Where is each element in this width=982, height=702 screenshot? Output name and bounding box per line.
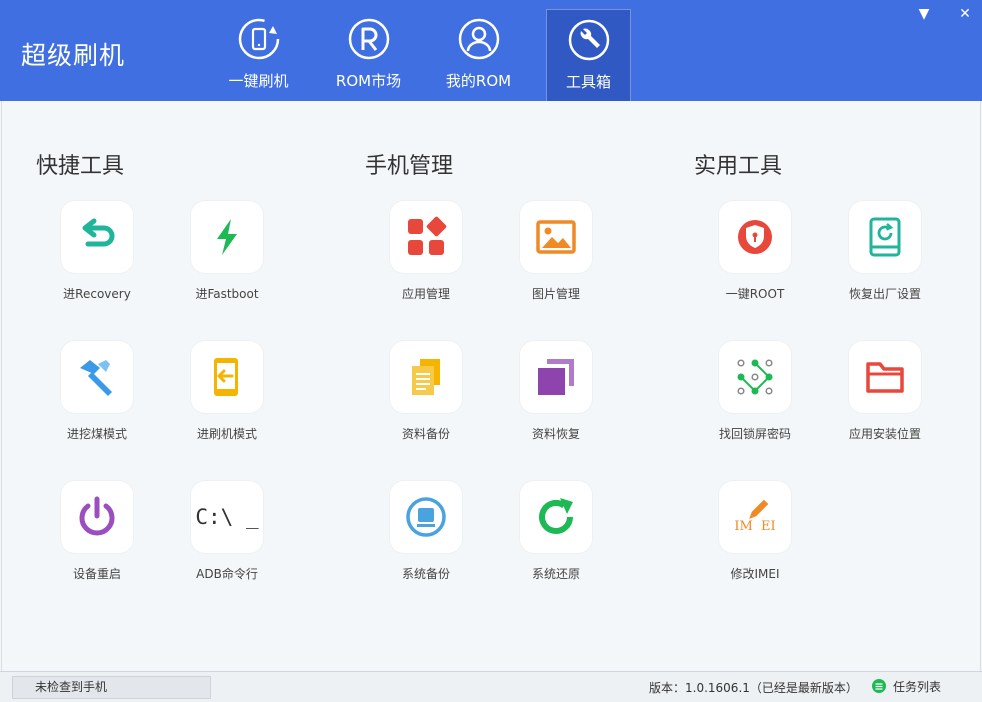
apps-grid-icon xyxy=(408,216,447,255)
tab-toolbox[interactable]: 工具箱 xyxy=(546,9,631,101)
restore-device-icon xyxy=(869,217,901,257)
power-icon xyxy=(79,496,115,536)
terminal-icon: C:\ _ xyxy=(195,505,259,529)
tool-label: 资料恢复 xyxy=(531,427,580,441)
tool-adb-shell[interactable]: C:\ _ ADB命令行 xyxy=(167,481,287,582)
tool-label: 系统备份 xyxy=(401,567,450,581)
tool-tile xyxy=(849,341,921,413)
pencil-icon xyxy=(749,499,769,519)
tool-tile xyxy=(61,341,133,413)
tool-tile: IM EI xyxy=(719,481,791,553)
task-list-label: 任务列表 xyxy=(893,680,942,694)
picture-icon xyxy=(536,220,576,254)
tool-label: 图片管理 xyxy=(531,287,580,301)
tool-label: 进Fastboot xyxy=(195,287,259,301)
documents-icon xyxy=(412,359,440,395)
shield-lock-icon xyxy=(738,220,772,254)
tool-label: ADB命令行 xyxy=(196,567,258,581)
status-bar: 未检查到手机 版本：1.0.1606.1（已经是最新版本） 任务列表 xyxy=(0,671,982,702)
tool-tile xyxy=(719,341,791,413)
device-status: 未检查到手机 xyxy=(12,676,211,699)
tool-tile xyxy=(61,201,133,273)
tool-tile xyxy=(61,481,133,553)
hammer-icon xyxy=(80,360,112,396)
tool-tile xyxy=(390,201,462,273)
tool-tile xyxy=(520,481,592,553)
phone-refresh-icon xyxy=(238,18,279,60)
menu-dropdown-button[interactable]: ▼ xyxy=(915,5,933,23)
layers-icon xyxy=(538,359,574,395)
tool-label: 应用安装位置 xyxy=(848,427,921,441)
tool-photo-manager[interactable]: 图片管理 xyxy=(496,201,616,302)
tool-data-restore[interactable]: 资料恢复 xyxy=(496,341,616,442)
tool-fastboot[interactable]: 进Fastboot xyxy=(167,201,287,302)
pattern-lock-icon xyxy=(737,359,773,395)
folder-icon xyxy=(866,362,904,393)
tool-reboot[interactable]: 设备重启 xyxy=(37,481,157,582)
tool-tile: C:\ _ xyxy=(191,481,263,553)
tool-factory-reset[interactable]: 恢复出厂设置 xyxy=(825,201,945,302)
title-bar: 超级刷机 一键刷机 ROM市场 我的ROM 工具箱 ▼ ✕ xyxy=(0,0,982,101)
rom-r-icon xyxy=(348,18,389,60)
tool-recover-lock-password[interactable]: 找回锁屏密码 xyxy=(695,341,815,442)
tool-app-install-location[interactable]: 应用安装位置 xyxy=(825,341,945,442)
tool-label: 修改IMEI xyxy=(730,567,780,581)
tool-tile xyxy=(849,201,921,273)
tool-label: 恢复出厂设置 xyxy=(848,287,921,301)
tool-tile xyxy=(719,201,791,273)
lightning-icon xyxy=(217,219,237,255)
section-title-utilities: 实用工具 xyxy=(694,154,783,179)
tool-tile xyxy=(390,481,462,553)
refresh-icon xyxy=(539,498,573,534)
tool-label: 进刷机模式 xyxy=(196,427,257,441)
tool-system-backup[interactable]: 系统备份 xyxy=(366,481,486,582)
section-title-phone-management: 手机管理 xyxy=(365,154,454,179)
tab-label: ROM市场 xyxy=(335,72,402,90)
tool-modify-imei[interactable]: IM EI 修改IMEI xyxy=(695,481,815,582)
wrench-icon xyxy=(568,19,609,61)
tool-flash-mode[interactable]: 进刷机模式 xyxy=(167,341,287,442)
tool-mining-mode[interactable]: 进挖煤模式 xyxy=(37,341,157,442)
close-button[interactable]: ✕ xyxy=(956,5,974,23)
user-icon xyxy=(458,18,499,60)
tool-system-restore[interactable]: 系统还原 xyxy=(496,481,616,582)
tool-one-click-root[interactable]: 一键ROOT xyxy=(695,201,815,302)
tab-label: 我的ROM xyxy=(445,72,512,90)
tool-tile xyxy=(520,341,592,413)
tool-tile xyxy=(191,201,263,273)
tool-tile xyxy=(520,201,592,273)
tool-label: 资料备份 xyxy=(401,427,450,441)
tab-label: 一键刷机 xyxy=(228,72,289,90)
tool-label: 进挖煤模式 xyxy=(66,427,127,441)
tool-tile xyxy=(191,341,263,413)
list-icon xyxy=(872,679,886,693)
tab-rom-market[interactable]: ROM市场 xyxy=(326,9,411,101)
tool-tile xyxy=(390,341,462,413)
tool-label: 进Recovery xyxy=(63,287,131,301)
tool-app-manager[interactable]: 应用管理 xyxy=(366,201,486,302)
section-title-quick-tools: 快捷工具 xyxy=(36,154,125,179)
tab-one-click-flash[interactable]: 一键刷机 xyxy=(216,9,301,101)
tool-label: 找回锁屏密码 xyxy=(718,427,791,441)
app-title: 超级刷机 xyxy=(21,41,126,70)
tool-data-backup[interactable]: 资料备份 xyxy=(366,341,486,442)
tool-label: 一键ROOT xyxy=(725,287,785,301)
tool-label: 设备重启 xyxy=(72,567,121,581)
version-text: 版本：1.0.1606.1（已经是最新版本） xyxy=(649,681,858,695)
tab-my-rom[interactable]: 我的ROM xyxy=(436,9,521,101)
phone-arrow-icon xyxy=(214,358,238,396)
tab-label: 工具箱 xyxy=(565,73,611,91)
task-list-button[interactable]: 任务列表 xyxy=(871,678,941,695)
tool-label: 应用管理 xyxy=(401,287,450,301)
disk-backup-icon xyxy=(406,497,446,537)
return-arrow-icon xyxy=(82,218,115,247)
tool-label: 系统还原 xyxy=(531,567,580,581)
tool-recovery[interactable]: 进Recovery xyxy=(37,201,157,302)
